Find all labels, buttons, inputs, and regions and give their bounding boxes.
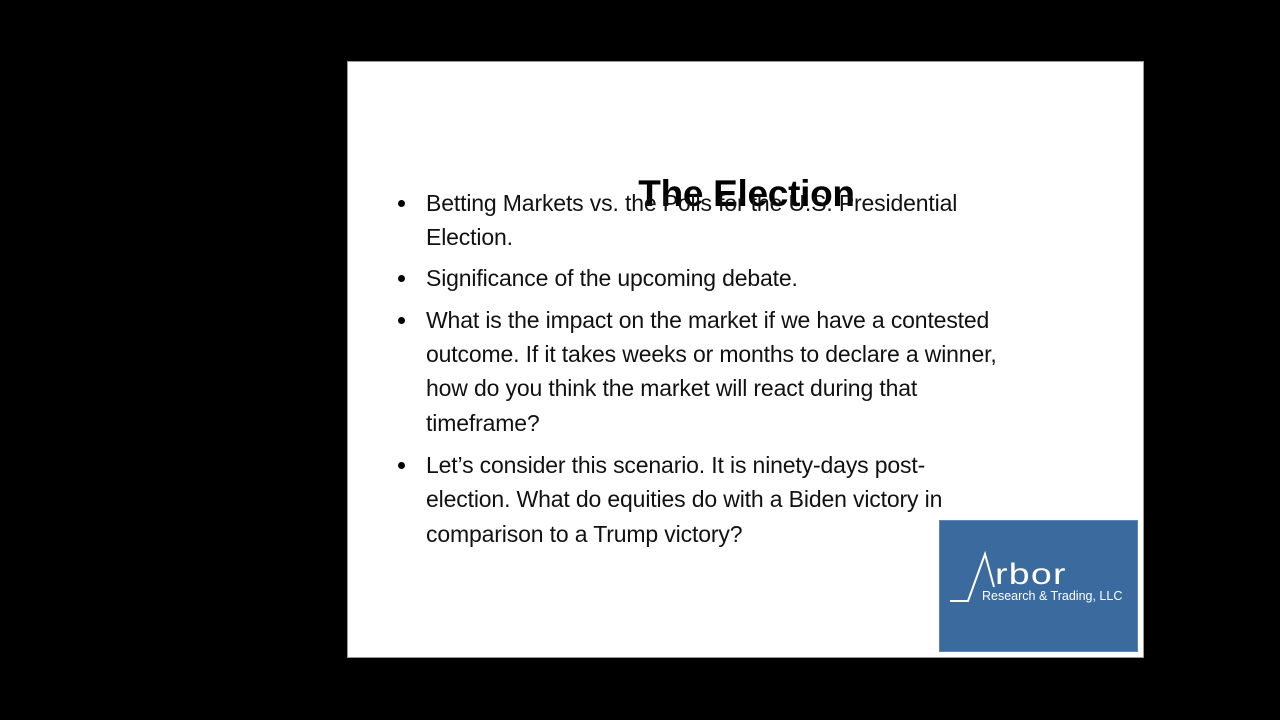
bullet-line: Let’s consider this scenario. It is nine…: [426, 452, 926, 478]
bullet-line: how do you think the market will react d…: [426, 375, 918, 401]
bullet-line: Election.: [426, 224, 513, 250]
logo-subtitle: Research & Trading, LLC: [982, 589, 1123, 603]
bullet-dot-icon: [398, 275, 405, 282]
bullet-line: What is the impact on the market if we h…: [426, 307, 990, 333]
logo-name: rbor: [995, 558, 1067, 591]
arbor-logo: rbor Research & Trading, LLC: [939, 520, 1138, 652]
bullet-dot-icon: [398, 462, 405, 469]
bullet-line: election. What do equities do with a Bid…: [426, 486, 943, 512]
bullet-line: Significance of the upcoming debate.: [426, 265, 798, 291]
bullet-dot-icon: [398, 200, 405, 207]
bullet-line: comparison to a Trump victory?: [426, 521, 743, 547]
bullet-line: Betting Markets vs. the Polls for the U.…: [426, 190, 958, 216]
bullet-line: timeframe?: [426, 410, 540, 436]
screen: The Election Betting Markets vs. the Pol…: [0, 0, 1280, 720]
bullet-dot-icon: [398, 317, 405, 324]
bullet-line: outcome. If it takes weeks or months to …: [426, 341, 997, 367]
presentation-slide: The Election Betting Markets vs. the Pol…: [347, 61, 1144, 658]
